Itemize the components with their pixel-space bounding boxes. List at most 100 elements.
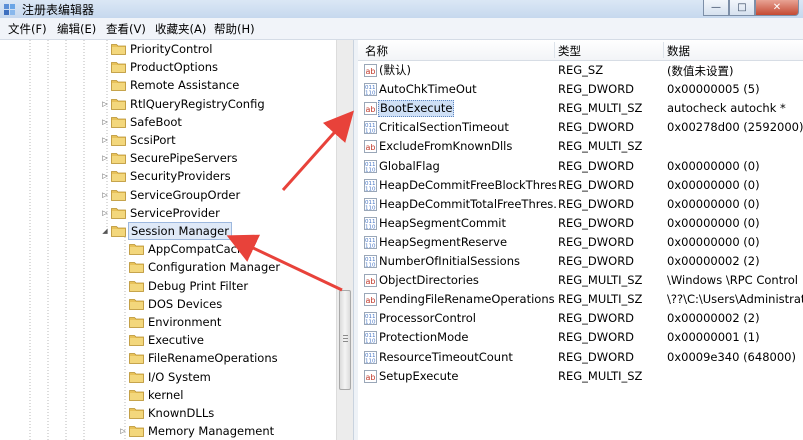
menu-edit[interactable]: 编辑(E) [57,21,96,37]
folder-icon [111,171,126,183]
value-row[interactable]: ab ExcludeFromKnownDlls REG_MULTI_SZ [358,137,803,156]
tree-node-label: Executive [148,333,204,348]
svg-text:110: 110 [365,243,376,249]
value-row[interactable]: ab SetupExecute REG_MULTI_SZ [358,367,803,386]
value-name: ObjectDirectories [379,273,479,288]
folder-icon [111,153,126,165]
registry-key-tree[interactable]: PriorityControl ProductOptions Remote Assi… [0,40,340,440]
value-type: REG_SZ [558,63,604,77]
tree-node-label: KnownDLLs [148,406,215,420]
minimize-button[interactable]: — [703,0,729,16]
tree-scrollbar[interactable] [336,40,354,440]
binary-value-icon: 011110 [364,197,377,211]
value-row[interactable]: 011 110 HeapDeCommitTotalFreeThres... REG_D… [358,195,803,214]
value-type: REG_MULTI_SZ [558,139,643,154]
menu-file[interactable]: 文件(F) [8,21,47,37]
svg-text:ab: ab [366,277,376,286]
expand-arrow-icon[interactable]: ▷ [100,204,110,222]
value-row[interactable]: 011 110 ResourceTimeoutCount REG_DWORD 0x000… [358,348,803,367]
value-row[interactable]: ab BootExecute REG_MULTI_SZ autocheck autoc… [358,99,803,118]
value-type: REG_DWORD [558,215,635,230]
value-row[interactable]: 011 110 HeapSegmentCommit REG_DWORD 0x000000… [358,214,803,233]
column-header-type[interactable]: 类型 [558,43,581,59]
svg-text:ab: ab [366,67,376,76]
value-name: ExcludeFromKnownDlls [379,139,513,154]
svg-text:110: 110 [365,205,376,211]
expand-arrow-icon[interactable]: ▷ [100,167,110,185]
value-name: HeapSegmentReserve [379,234,508,249]
value-data: (数值未设置) [667,64,734,78]
value-name: (默认) [379,63,411,77]
folder-icon [111,80,126,92]
close-button[interactable]: ✕ [755,0,799,16]
folder-icon [129,335,144,347]
folder-icon [111,62,126,74]
tree-scrollbar-thumb[interactable] [339,290,351,390]
menu-help[interactable]: 帮助(H) [214,21,255,37]
value-row[interactable]: 011 110 HeapDeCommitFreeBlockThres... REG_D… [358,176,803,195]
svg-text:110: 110 [365,339,376,345]
value-name: GlobalFlag [379,158,440,173]
value-row[interactable]: 011 110 NumberOfInitialSessions REG_DWORD 0x… [358,252,803,271]
column-header-name[interactable]: 名称 [365,43,388,59]
collapse-arrow-icon[interactable]: ◢ [100,222,110,240]
column-header-data[interactable]: 数据 [667,43,690,59]
registry-values-list[interactable]: 名称 类型 数据 ab (默认) REG_SZ (数值未设置) 011 110 AutoCh… [358,40,803,440]
svg-text:ab: ab [366,105,376,114]
svg-text:110: 110 [365,358,376,364]
value-row[interactable]: 011 110 AutoChkTimeOut REG_DWORD 0x00000005 … [358,80,803,99]
tree-node-label: Configuration Manager [148,260,281,275]
menu-view[interactable]: 查看(V) [106,21,146,37]
value-type: REG_DWORD [558,311,635,326]
binary-value-icon: 011110 [364,83,377,97]
svg-text:ab: ab [366,296,376,305]
string-value-icon: ab [364,274,377,288]
expand-arrow-icon[interactable]: ▷ [100,186,110,204]
value-row[interactable]: ab PendingFileRenameOperations REG_MULTI_S… [358,290,803,309]
value-row[interactable]: 011 110 ProcessorControl REG_DWORD 0x0000000… [358,309,803,328]
value-data: 0x00000002 (2) [667,254,760,268]
maximize-button[interactable]: □ [729,0,755,16]
value-row[interactable]: ab ObjectDirectories REG_MULTI_SZ \Windows … [358,271,803,290]
tree-node-label: RtlQueryRegistryConfig [130,96,265,111]
tree-node-label: SecurityProviders [130,169,231,184]
expand-arrow-icon[interactable]: ▷ [100,95,110,113]
value-type: REG_MULTI_SZ [558,292,643,307]
folder-icon [129,298,144,310]
value-type: REG_DWORD [558,349,635,364]
value-row[interactable]: 011 110 HeapSegmentReserve REG_DWORD 0x00000… [358,233,803,252]
menu-favorites[interactable]: 收藏夹(A) [155,21,206,37]
expand-arrow-icon[interactable]: ▷ [100,131,110,149]
string-value-icon: ab [364,140,377,154]
value-data: 0x00000002 (2) [667,311,760,326]
expand-arrow-icon[interactable]: ▷ [100,113,110,131]
value-name: ResourceTimeoutCount [379,349,513,364]
value-name: BootExecute [378,100,455,118]
tree-node-label: DOS Devices [148,296,223,311]
expand-arrow-icon[interactable]: ▷ [100,149,110,167]
string-value-icon: ab [364,64,377,77]
string-value-icon: ab [364,102,377,116]
tree-node-label: Environment [148,315,222,329]
value-row[interactable]: 011 110 GlobalFlag REG_DWORD 0x00000000 (0) [358,157,803,176]
folder-icon [129,426,144,438]
value-row[interactable]: ab (默认) REG_SZ (数值未设置) [358,61,803,80]
expand-arrow-icon[interactable]: ▷ [118,422,128,440]
string-value-icon: ab [364,293,377,307]
value-row[interactable]: 011 110 CriticalSectionTimeout REG_DWORD 0x0… [358,118,803,137]
value-name: ProtectionMode [379,330,469,345]
svg-text:110: 110 [365,129,376,135]
folder-icon [129,353,144,365]
svg-text:110: 110 [365,91,376,97]
folder-icon [111,226,126,237]
value-type: REG_DWORD [558,120,635,135]
value-row[interactable]: 011 110 ProtectionMode REG_DWORD 0x00000001 … [358,328,803,347]
binary-value-icon: 011110 [364,121,377,135]
value-data: autocheck autochk * [667,101,786,116]
value-name: SetupExecute [379,368,459,383]
binary-value-icon: 011110 [364,159,377,173]
binary-value-icon: 011110 [364,178,377,192]
binary-value-icon: 011110 [364,312,377,326]
svg-text:110: 110 [365,224,376,230]
menu-bar: 文件(F) 编辑(E) 查看(V) 收藏夹(A) 帮助(H) [0,18,803,40]
